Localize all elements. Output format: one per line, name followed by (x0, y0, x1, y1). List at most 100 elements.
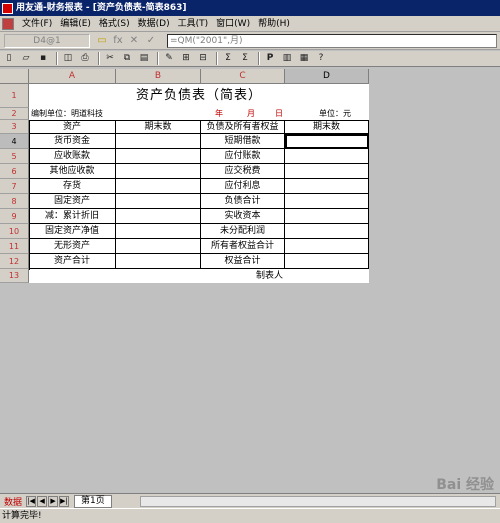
next-sheet-icon[interactable]: ▶ (48, 495, 59, 507)
selected-cell-d4[interactable] (285, 134, 369, 149)
open-icon[interactable]: ▱ (19, 52, 33, 65)
row-header-2[interactable]: 2 (0, 108, 29, 120)
liability-value[interactable] (285, 179, 369, 194)
menu-file[interactable]: 文件(F) (18, 16, 56, 32)
liability-value[interactable] (285, 209, 369, 224)
row-header-13[interactable]: 13 (0, 269, 29, 283)
asset-value[interactable] (116, 179, 201, 194)
asset-value[interactable] (116, 209, 201, 224)
confirm-icon[interactable]: ✓ (145, 35, 157, 47)
folder-icon[interactable]: ▭ (96, 35, 108, 47)
row-header-10[interactable]: 10 (0, 224, 29, 239)
horizontal-scrollbar[interactable] (139, 495, 496, 507)
row-header-8[interactable]: 8 (0, 194, 29, 209)
format-brush-icon[interactable]: ✎ (162, 52, 176, 65)
copy-icon[interactable]: ⧉ (120, 52, 134, 65)
liability-value[interactable] (285, 194, 369, 209)
unit-label[interactable]: 单位：元 (301, 108, 369, 120)
data-mode-label[interactable]: 数据 (0, 495, 26, 508)
save-icon[interactable]: ▪ (36, 52, 50, 65)
year-label[interactable]: 年 (209, 108, 229, 120)
asset-value[interactable] (116, 134, 201, 149)
help-icon[interactable]: ? (314, 52, 328, 65)
sheet-tab-page1[interactable]: 第1页 (74, 494, 112, 508)
asset-value[interactable] (116, 254, 201, 269)
menu-edit[interactable]: 编辑(E) (56, 16, 95, 32)
asset-value[interactable] (116, 164, 201, 179)
liability-value[interactable] (285, 149, 369, 164)
column-header-a[interactable]: A (29, 69, 116, 84)
liability-value[interactable] (285, 254, 369, 269)
row-header-4[interactable]: 4 (0, 134, 29, 149)
asset-label[interactable]: 应收账款 (29, 149, 116, 164)
asset-value[interactable] (116, 239, 201, 254)
delete-icon[interactable]: ⊟ (196, 52, 210, 65)
column-header-d[interactable]: D (285, 69, 369, 84)
header-liabilities-end[interactable]: 期末数 (285, 120, 369, 134)
column-header-b[interactable]: B (116, 69, 201, 84)
liability-label[interactable]: 短期借款 (201, 134, 285, 149)
print-icon[interactable]: ⎙ (78, 52, 92, 65)
row-header-1[interactable]: 1 (0, 84, 29, 108)
preparer-label[interactable]: 制表人 (201, 270, 285, 283)
first-sheet-icon[interactable]: |◀ (26, 495, 37, 507)
asset-label[interactable]: 固定资产 (29, 194, 116, 209)
row-header-7[interactable]: 7 (0, 179, 29, 194)
last-sheet-icon[interactable]: ▶| (59, 495, 70, 507)
asset-label[interactable]: 其他应收款 (29, 164, 116, 179)
insert-icon[interactable]: ⊞ (179, 52, 193, 65)
fx-icon[interactable]: fx (112, 35, 124, 47)
menu-data[interactable]: 数据(D) (134, 16, 174, 32)
menu-window[interactable]: 窗口(W) (212, 16, 254, 32)
header-liabilities[interactable]: 负债及所有者权益 (201, 120, 285, 134)
liability-label[interactable]: 应付账款 (201, 149, 285, 164)
formula-input[interactable]: =QM("2001",月) (167, 34, 497, 48)
p-icon[interactable]: P (263, 52, 277, 65)
company-label[interactable]: 编制单位：明道科技 (31, 108, 141, 120)
row-header-3[interactable]: 3 (0, 120, 29, 134)
asset-label[interactable]: 减：累计折旧 (29, 209, 116, 224)
new-icon[interactable]: ▯ (2, 52, 16, 65)
menu-help[interactable]: 帮助(H) (254, 16, 294, 32)
asset-label[interactable]: 货币资金 (29, 134, 116, 149)
liability-value[interactable] (285, 224, 369, 239)
menu-tools[interactable]: 工具(T) (174, 16, 213, 32)
report-title[interactable]: 资产负债表（简表） (29, 84, 369, 108)
liability-value[interactable] (285, 239, 369, 254)
asset-label[interactable]: 固定资产净值 (29, 224, 116, 239)
cut-icon[interactable]: ✂ (103, 52, 117, 65)
liability-label[interactable]: 实收资本 (201, 209, 285, 224)
grid-corner[interactable] (0, 69, 29, 84)
document-icon[interactable] (2, 17, 14, 30)
row-header-12[interactable]: 12 (0, 254, 29, 269)
asset-value[interactable] (116, 224, 201, 239)
header-assets-end[interactable]: 期末数 (116, 120, 201, 134)
cell-reference-box[interactable]: D4@1 (4, 34, 90, 48)
asset-value[interactable] (116, 149, 201, 164)
preview-icon[interactable]: ◫ (61, 52, 75, 65)
chart-icon[interactable]: ▦ (297, 52, 311, 65)
cancel-icon[interactable]: ✕ (128, 35, 140, 47)
sigma-icon[interactable]: Σ (238, 52, 252, 65)
asset-label[interactable]: 无形资产 (29, 239, 116, 254)
asset-label[interactable]: 存货 (29, 179, 116, 194)
liability-label[interactable]: 应交税费 (201, 164, 285, 179)
liability-label[interactable]: 负债合计 (201, 194, 285, 209)
asset-value[interactable] (116, 194, 201, 209)
menu-format[interactable]: 格式(S) (95, 16, 134, 32)
row-header-9[interactable]: 9 (0, 209, 29, 224)
month-label[interactable]: 月 (241, 108, 261, 120)
sum-icon[interactable]: Σ (221, 52, 235, 65)
liability-label[interactable]: 未分配利润 (201, 224, 285, 239)
paste-icon[interactable]: ▤ (137, 52, 151, 65)
liability-value[interactable] (285, 164, 369, 179)
page-icon[interactable]: ▥ (280, 52, 294, 65)
column-header-c[interactable]: C (201, 69, 285, 84)
header-assets[interactable]: 资产 (29, 120, 116, 134)
row-header-6[interactable]: 6 (0, 164, 29, 179)
asset-label[interactable]: 资产合计 (29, 254, 116, 269)
row-header-5[interactable]: 5 (0, 149, 29, 164)
row-header-11[interactable]: 11 (0, 239, 29, 254)
day-label[interactable]: 日 (269, 108, 289, 120)
prev-sheet-icon[interactable]: ◀ (37, 495, 48, 507)
